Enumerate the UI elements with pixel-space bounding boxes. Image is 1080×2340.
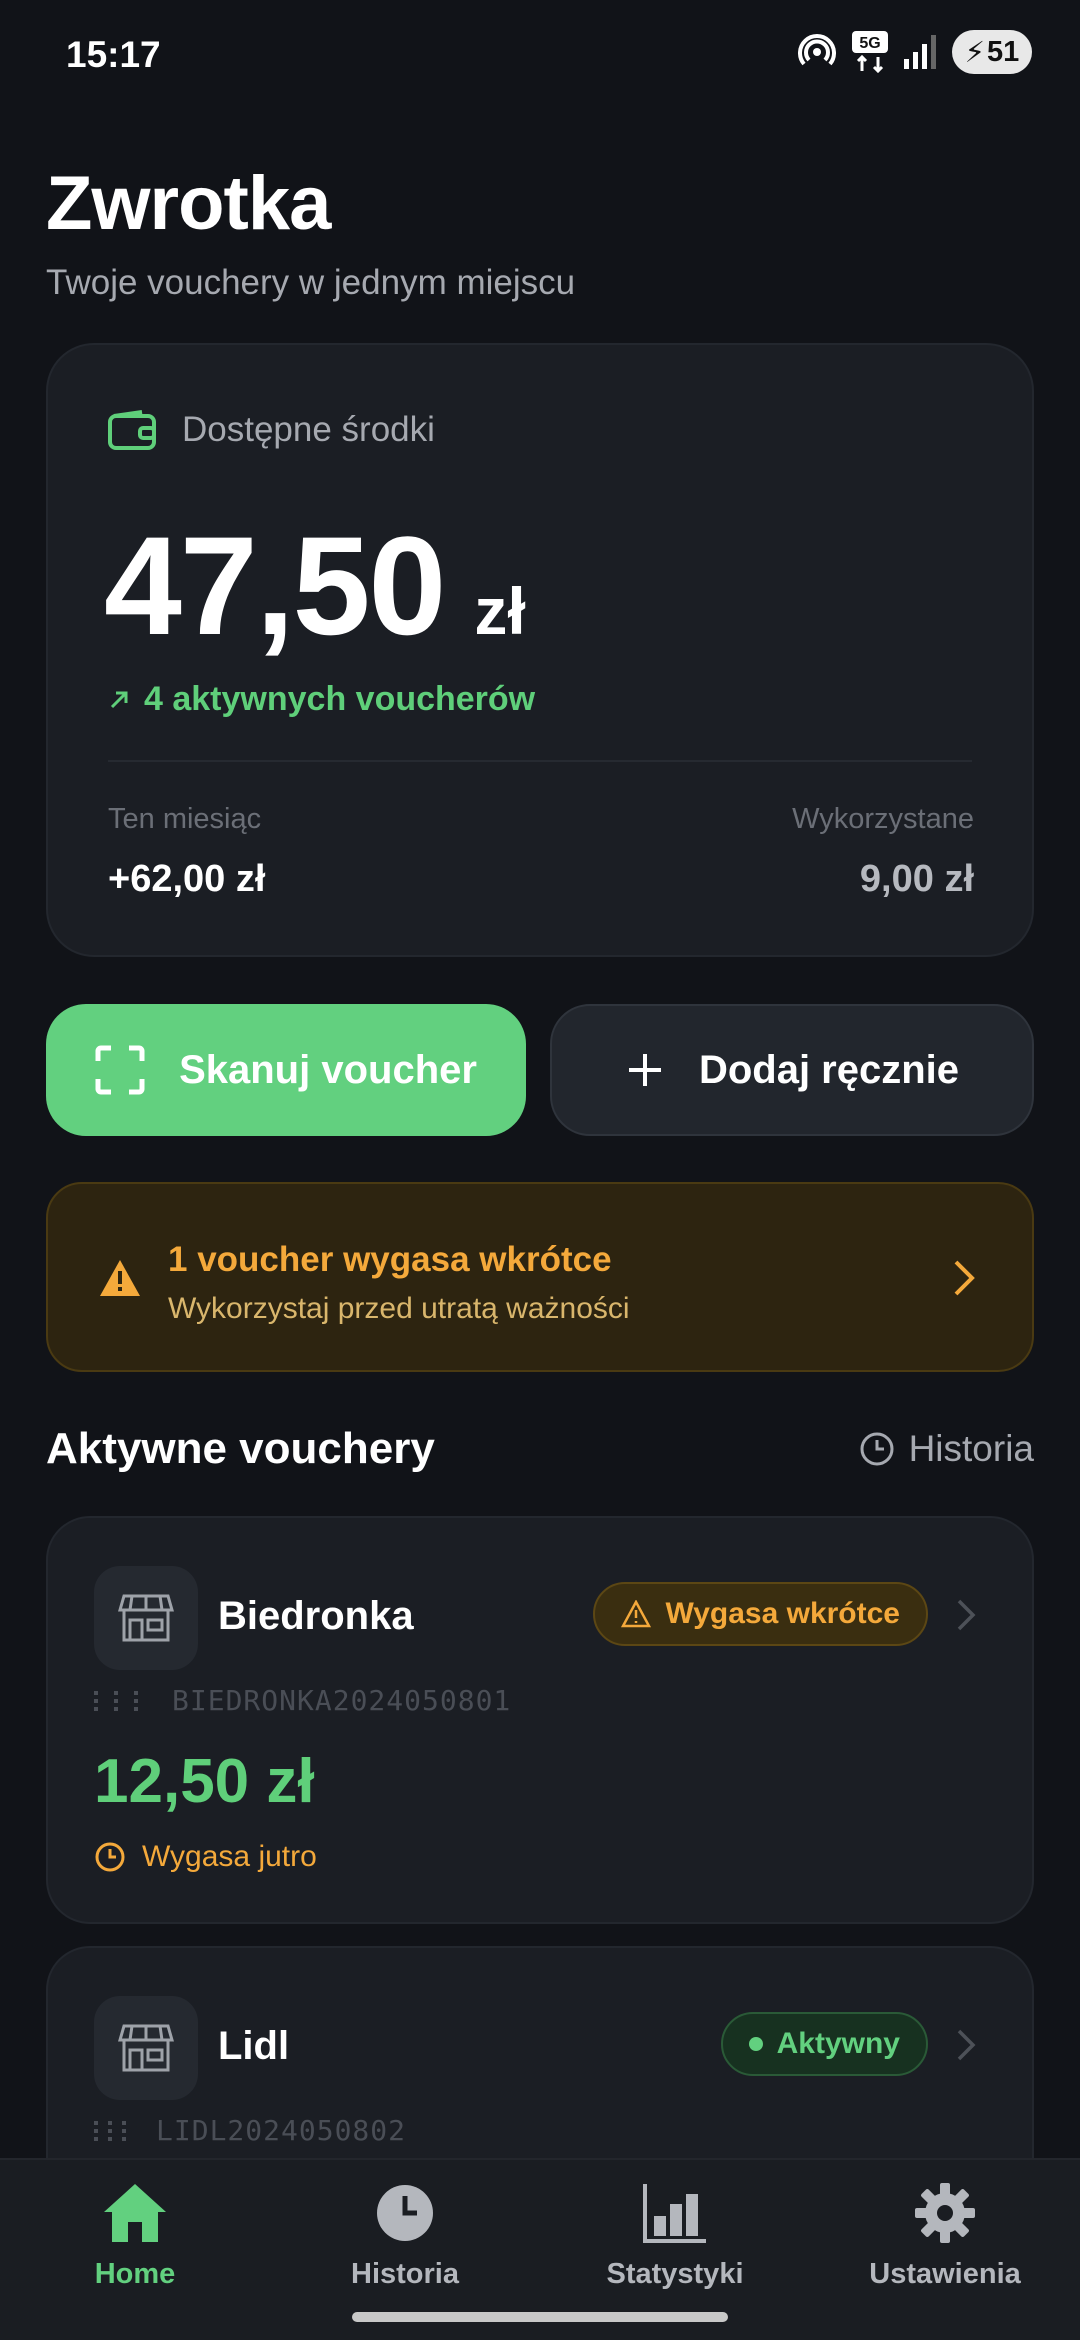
home-icon	[104, 2184, 166, 2242]
add-manually-label: Dodaj ręcznie	[698, 1047, 960, 1092]
used-value: 9,00 zł	[859, 858, 974, 900]
chevron-right-icon	[957, 2029, 976, 2061]
voucher-card[interactable]: Biedronka Wygasa wkrótce BIEDRONKA202405…	[46, 1516, 1034, 1924]
balance-currency: zł	[474, 574, 526, 648]
gear-icon	[915, 2183, 975, 2243]
nav-home-label: Home	[94, 2258, 176, 2290]
used-label: Wykorzystane	[792, 803, 974, 835]
voucher-code: BIEDRONKA2024050801	[172, 1684, 512, 1717]
chevron-right-icon	[957, 1599, 976, 1631]
store-name: Lidl	[218, 2024, 290, 2068]
nav-settings[interactable]: Ustawienia	[810, 2182, 1080, 2291]
plus-icon	[628, 1054, 661, 1086]
charging-icon: ⚡	[964, 36, 986, 69]
voucher-amount: 12,50 zł	[94, 1747, 315, 1816]
nav-home[interactable]: Home	[0, 2182, 270, 2291]
clock-icon	[377, 2185, 433, 2241]
app-subtitle: Twoje vouchery w jednym miejscu	[46, 263, 576, 302]
voucher-code-row: BIEDRONKA2024050801	[94, 1684, 511, 1717]
balance-amount: 47,50 zł	[104, 505, 526, 667]
store-icon-box	[94, 1566, 198, 1670]
trend-up-icon	[110, 691, 128, 708]
active-vouchers-text: 4 aktywnych voucherów	[144, 680, 536, 718]
balance-label-row: Dostępne środki	[108, 410, 435, 450]
clock-icon	[95, 1842, 125, 1872]
chevron-right-icon	[954, 1260, 975, 1296]
active-vouchers-count: 4 aktywnych voucherów	[108, 680, 535, 719]
history-link-label: Historia	[908, 1428, 1034, 1469]
status-time: 15:17	[66, 34, 161, 75]
status-badge: Wygasa wkrótce	[593, 1582, 928, 1646]
card-divider	[108, 760, 972, 762]
warning-icon	[100, 1260, 140, 1296]
status-bar: 15:17 5G ⚡ 51	[0, 0, 1080, 110]
this-month-value: +62,00 zł	[108, 858, 266, 900]
warning-icon	[621, 1600, 652, 1628]
scan-voucher-label: Skanuj voucher	[179, 1047, 477, 1092]
warning-title: 1 voucher wygasa wkrótce	[168, 1240, 612, 1279]
battery-level: 51	[987, 35, 1020, 68]
scan-icon	[95, 1045, 145, 1095]
store-name: Biedronka	[218, 1594, 414, 1638]
scan-voucher-button[interactable]: Skanuj voucher	[46, 1004, 526, 1136]
nav-history[interactable]: Historia	[270, 2182, 540, 2291]
svg-text:5G: 5G	[859, 35, 880, 52]
store-icon-box	[94, 1996, 198, 2100]
warning-subtitle: Wykorzystaj przed utratą ważności	[168, 1292, 630, 1325]
section-title: Aktywne vouchery	[46, 1424, 435, 1473]
barcode-icon	[94, 2120, 126, 2141]
nav-statistics[interactable]: Statystyki	[540, 2182, 810, 2291]
app-title: Zwrotka	[46, 161, 331, 246]
store-icon	[118, 2024, 174, 2072]
status-badge-label: Wygasa wkrótce	[665, 1597, 900, 1630]
nav-history-label: Historia	[351, 2258, 459, 2290]
add-manually-button[interactable]: Dodaj ręcznie	[550, 1004, 1034, 1136]
signal-icon	[904, 35, 936, 69]
expiry-warning-banner[interactable]: 1 voucher wygasa wkrótce Wykorzystaj prz…	[46, 1182, 1034, 1372]
barcode-icon	[94, 1690, 138, 1711]
expiry-info: Wygasa jutro	[94, 1840, 317, 1874]
voucher-code: LIDL2024050802	[156, 2114, 407, 2147]
balance-label: Dostępne środki	[182, 410, 435, 449]
voucher-code-row: LIDL2024050802	[94, 2114, 406, 2147]
home-indicator[interactable]	[352, 2312, 728, 2322]
nav-settings-label: Ustawienia	[869, 2258, 1021, 2290]
network-5g-icon: 5G	[852, 31, 888, 73]
battery-indicator: ⚡ 51	[952, 30, 1032, 74]
this-month-label: Ten miesiąc	[108, 803, 262, 835]
status-badge: Aktywny	[720, 2012, 928, 2076]
used-stat: Wykorzystane 9,00 zł	[792, 803, 974, 901]
status-icons: 5G ⚡ 51	[798, 30, 1032, 74]
this-month-stat: Ten miesiąc +62,00 zł	[108, 803, 265, 901]
nav-statistics-label: Statystyki	[606, 2258, 744, 2290]
bar-chart-icon	[643, 2184, 706, 2243]
hotspot-icon	[798, 34, 836, 66]
store-icon	[118, 1594, 174, 1642]
status-badge-label: Aktywny	[776, 2027, 900, 2060]
status-dot-icon	[748, 2037, 763, 2051]
expiry-text: Wygasa jutro	[142, 1840, 317, 1873]
clock-icon	[860, 1432, 894, 1466]
wallet-icon	[108, 410, 156, 450]
balance-value: 47,50	[104, 507, 446, 664]
balance-card: Dostępne środki 47,50 zł 4 aktywnych vou…	[46, 343, 1034, 957]
history-link[interactable]: Historia	[859, 1428, 1034, 1470]
